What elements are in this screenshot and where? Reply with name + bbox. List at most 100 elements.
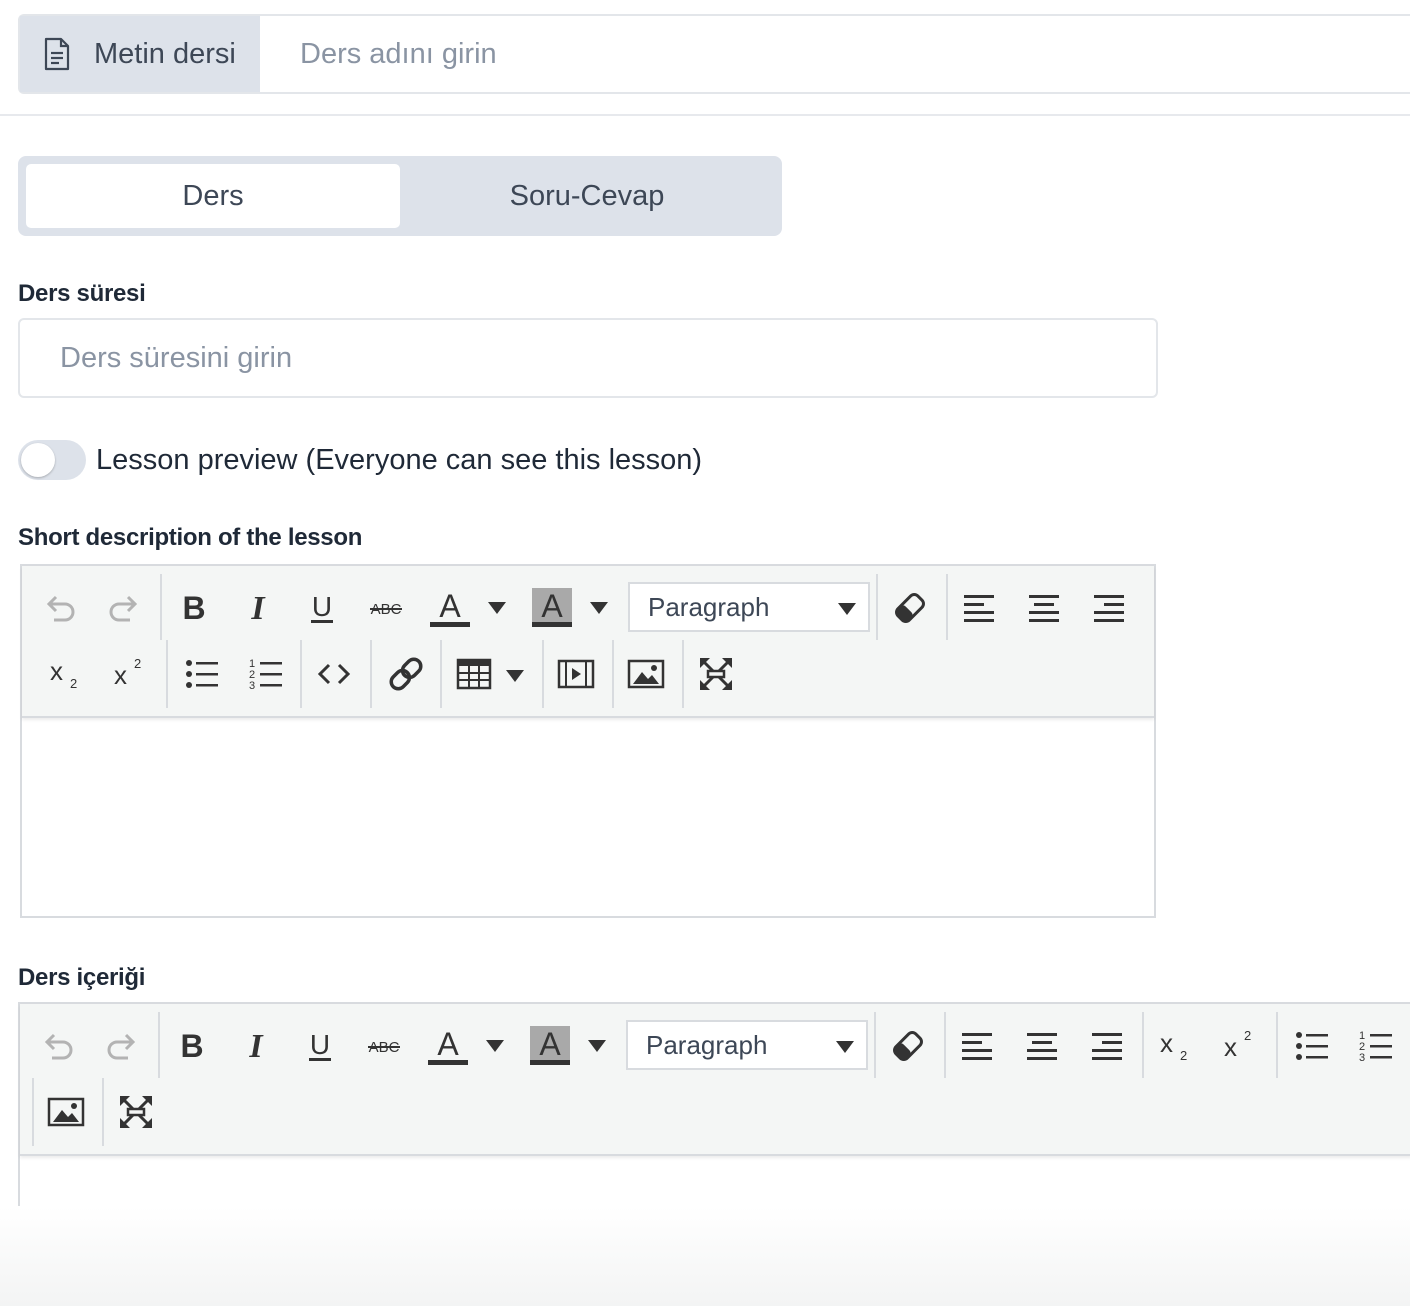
- fullscreen-button[interactable]: [110, 1086, 162, 1138]
- undo-icon: [40, 588, 80, 628]
- image-button[interactable]: [620, 648, 672, 700]
- link-icon: [386, 654, 426, 694]
- toolbar-separator: [166, 640, 168, 708]
- toolbar-separator: [300, 640, 302, 708]
- clear-format-button[interactable]: [884, 582, 936, 634]
- strikethrough-button[interactable]: [358, 1020, 410, 1072]
- toolbar-separator: [1142, 1012, 1144, 1078]
- text-color-icon: [428, 1026, 468, 1066]
- strikethrough-button[interactable]: [360, 582, 412, 634]
- link-button[interactable]: [380, 648, 432, 700]
- lesson-type-chip[interactable]: Metin dersi: [20, 16, 260, 92]
- bold-button[interactable]: [168, 582, 220, 634]
- text-color-button[interactable]: [424, 582, 476, 634]
- eraser-icon: [890, 588, 930, 628]
- lesson-type-label: Metin dersi: [94, 37, 236, 70]
- fullscreen-icon: [696, 654, 736, 694]
- superscript-button[interactable]: [104, 648, 156, 700]
- toolbar-separator: [612, 640, 614, 708]
- bold-button[interactable]: [166, 1020, 218, 1072]
- preview-toggle-label: Lesson preview (Everyone can see this le…: [96, 444, 703, 476]
- align-left-button[interactable]: [954, 582, 1006, 634]
- background-color-button[interactable]: [526, 582, 578, 634]
- toolbar-separator: [542, 640, 544, 708]
- content-editor: Paragraph: [18, 1002, 1410, 1208]
- video-button[interactable]: [550, 648, 602, 700]
- align-left-icon: [958, 1026, 998, 1066]
- clear-format-button[interactable]: [882, 1020, 934, 1072]
- align-left-icon: [960, 588, 1000, 628]
- text-color-button[interactable]: [422, 1020, 474, 1072]
- align-right-icon: [1088, 588, 1128, 628]
- text-color-dropdown-arrow[interactable]: [486, 1040, 504, 1052]
- background-color-button[interactable]: [524, 1020, 576, 1072]
- underline-button[interactable]: [294, 1020, 346, 1072]
- lesson-tabs: Ders Soru-Cevap: [18, 156, 782, 236]
- align-center-button[interactable]: [1016, 1020, 1068, 1072]
- chevron-down-icon: [838, 603, 856, 615]
- background-color-dropdown-arrow[interactable]: [590, 602, 608, 614]
- align-center-button[interactable]: [1018, 582, 1070, 634]
- toolbar-separator: [102, 1078, 104, 1146]
- align-right-button[interactable]: [1082, 582, 1134, 634]
- redo-button[interactable]: [96, 1020, 148, 1072]
- code-view-button[interactable]: [308, 648, 360, 700]
- fullscreen-icon: [116, 1092, 156, 1132]
- toolbar-separator: [874, 1012, 876, 1078]
- numbered-list-button[interactable]: [1350, 1020, 1402, 1072]
- chevron-down-icon: [836, 1041, 854, 1053]
- undo-button[interactable]: [34, 582, 86, 634]
- table-button[interactable]: [448, 648, 500, 700]
- duration-label: Ders süresi: [18, 280, 146, 307]
- italic-icon: [236, 1026, 276, 1066]
- background-color-icon: [530, 1026, 570, 1066]
- italic-button[interactable]: [230, 1020, 282, 1072]
- lesson-name-input[interactable]: [260, 16, 1410, 92]
- eraser-icon: [888, 1026, 928, 1066]
- align-left-button[interactable]: [952, 1020, 1004, 1072]
- duration-input[interactable]: [18, 318, 1158, 398]
- toolbar-separator: [160, 574, 162, 640]
- subscript-button[interactable]: [1150, 1020, 1202, 1072]
- content-toolbar: Paragraph: [20, 1004, 1410, 1156]
- lesson-header: Metin dersi: [18, 14, 1410, 94]
- short-description-editable-area[interactable]: [22, 718, 1154, 918]
- subscript-button[interactable]: [40, 648, 92, 700]
- paragraph-format-select[interactable]: Paragraph: [628, 582, 870, 632]
- undo-button[interactable]: [32, 1020, 84, 1072]
- code-view-icon: [314, 654, 354, 694]
- content-editable-area[interactable]: [20, 1156, 1410, 1208]
- bold-icon: [172, 1026, 212, 1066]
- italic-button[interactable]: [232, 582, 284, 634]
- align-right-button[interactable]: [1080, 1020, 1132, 1072]
- text-color-dropdown-arrow[interactable]: [488, 602, 506, 614]
- fullscreen-button[interactable]: [690, 648, 742, 700]
- redo-button[interactable]: [98, 582, 150, 634]
- toolbar-separator: [1276, 1012, 1278, 1078]
- toolbar-separator: [440, 640, 442, 708]
- italic-icon: [238, 588, 278, 628]
- bullet-list-button[interactable]: [176, 648, 228, 700]
- underline-button[interactable]: [296, 582, 348, 634]
- numbered-list-button[interactable]: [240, 648, 292, 700]
- tab-ders[interactable]: Ders: [26, 164, 400, 228]
- short-description-label: Short description of the lesson: [18, 524, 363, 551]
- table-dropdown-arrow[interactable]: [506, 670, 524, 682]
- bullet-list-icon: [182, 654, 222, 694]
- background-color-dropdown-arrow[interactable]: [588, 1040, 606, 1052]
- toolbar-separator: [682, 640, 684, 708]
- paragraph-format-select[interactable]: Paragraph: [626, 1020, 868, 1070]
- video-icon: [556, 654, 596, 694]
- underline-icon: [300, 1026, 340, 1066]
- underline-icon: [302, 588, 342, 628]
- image-button[interactable]: [40, 1086, 92, 1138]
- strikethrough-icon: [366, 588, 406, 628]
- superscript-button[interactable]: [1214, 1020, 1266, 1072]
- bullet-list-icon: [1292, 1026, 1332, 1066]
- table-icon: [454, 654, 494, 694]
- numbered-list-icon: [246, 654, 286, 694]
- tab-soru-cevap[interactable]: Soru-Cevap: [400, 164, 774, 228]
- bullet-list-button[interactable]: [1286, 1020, 1338, 1072]
- text-color-icon: [430, 588, 470, 628]
- preview-toggle[interactable]: [18, 440, 86, 480]
